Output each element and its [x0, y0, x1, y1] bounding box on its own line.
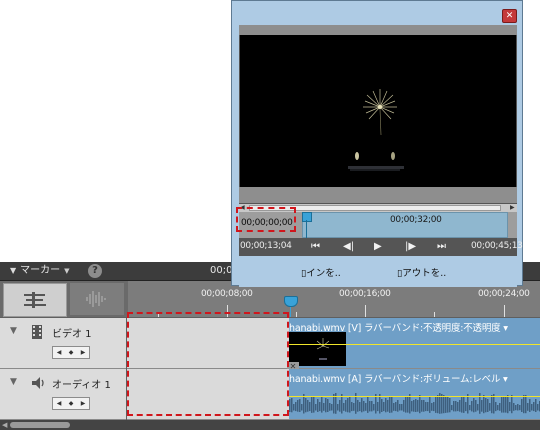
fireworks-image [348, 89, 404, 171]
add-keyframe-icon[interactable]: ◆ [69, 400, 74, 407]
preview-body: ◀ ▶ 00;00;00;00 00;00;32;00 00;00;13;04 … [239, 25, 523, 287]
set-in-label: インを.. [306, 268, 341, 279]
audio-clip[interactable]: hanabi.wmv [A] ラバーバンド:ボリューム:レベル ▾ [289, 369, 540, 419]
frame-border [239, 25, 517, 35]
audio-track-name: オーディオ 1 [52, 380, 111, 391]
preview-window: ✕ ◀ ▶ 00;00;00;00 00;00;32;00 00;00;13;0… [231, 0, 523, 287]
play-icon[interactable]: ▶ [374, 240, 382, 254]
set-in-button[interactable]: ▯インを.. [301, 265, 341, 279]
scroll-left-icon[interactable]: ◀ [2, 421, 7, 429]
opacity-rubber-band[interactable] [289, 344, 540, 345]
step-back-icon[interactable]: ◀| [343, 240, 354, 254]
timeline-view-tab[interactable] [3, 283, 67, 317]
keyframe-navigator: ◀ ◆ ▶ [52, 397, 90, 410]
next-keyframe-icon[interactable]: ▶ [81, 349, 86, 356]
timeline-view-icon [24, 292, 46, 308]
set-out-button[interactable]: ▯アウトを.. [397, 265, 446, 279]
ruler-label: 00;00;24;00 [478, 289, 530, 299]
video-track-name: ビデオ 1 [52, 329, 92, 340]
video-frame [240, 35, 516, 187]
go-to-in-icon[interactable]: ⏮ [311, 240, 320, 254]
add-keyframe-icon[interactable]: ◆ [69, 349, 74, 356]
film-icon[interactable] [30, 324, 44, 343]
previous-keyframe-icon[interactable]: ◀ [57, 400, 62, 407]
keyframe-navigator: ◀ ◆ ▶ [52, 346, 90, 359]
ruler-label: 00;00;08;00 [201, 289, 253, 299]
marker-menu-button[interactable]: ▼ マーカー ▼ [10, 264, 70, 278]
volume-rubber-band[interactable] [289, 396, 540, 397]
mini-playhead[interactable] [302, 212, 312, 222]
transport-controls: 00;00;13;04 ⏮ ◀| ▶ |▶ ⏭ 00;00;45;13 [239, 238, 523, 256]
scroll-right-icon[interactable]: ▶ [510, 204, 515, 211]
clip-thumbnail [289, 332, 346, 366]
highlight-dashed-box [127, 312, 289, 416]
playhead-line [290, 307, 291, 317]
set-out-label: アウトを.. [402, 268, 447, 279]
go-to-out-icon[interactable]: ⏭ [437, 240, 446, 254]
frame-border [239, 187, 517, 203]
scrollbar-thumb[interactable] [10, 422, 70, 428]
speaker-icon[interactable] [30, 375, 46, 394]
video-clip[interactable]: hanabi.wmv [V] ラバーバンド:不透明度:不透明度 ▾ [289, 318, 540, 368]
audio-track-header: ▼ オーディオ 1 ◀ ◆ ▶ [0, 369, 126, 420]
mid-timecode: 00;00;32;00 [390, 215, 442, 225]
ruler-tick [434, 312, 435, 317]
in-out-row: ▯インを.. ▯アウトを.. [239, 256, 517, 287]
ruler-tick [296, 312, 297, 317]
expand-triangle-icon[interactable]: ▼ [10, 377, 17, 387]
step-forward-icon[interactable]: |▶ [405, 240, 416, 254]
previous-keyframe-icon[interactable]: ◀ [57, 349, 62, 356]
video-track-header: ▼ ビデオ 1 ◀ ◆ ▶ [0, 318, 126, 369]
duration-timecode: 00;00;45;13 [471, 241, 523, 251]
marker-menu-label: マーカー [20, 265, 61, 276]
audio-waveform [289, 393, 540, 414]
mini-playhead-line [306, 220, 307, 238]
ruler-label: 00;00;16;00 [339, 289, 391, 299]
playhead[interactable] [284, 296, 298, 307]
ruler-tick [365, 305, 366, 317]
ruler-tick [504, 305, 505, 317]
close-icon[interactable]: ✕ [502, 9, 517, 23]
collapse-triangle-icon: ▼ [10, 266, 17, 275]
timeline-scrollbar[interactable]: ◀ [0, 420, 540, 430]
timecode-highlight-box [236, 207, 296, 232]
expand-triangle-icon[interactable]: ▼ [10, 326, 17, 336]
help-button[interactable]: ? [88, 264, 102, 278]
current-timecode[interactable]: 00;00;13;04 [240, 241, 292, 251]
next-keyframe-icon[interactable]: ▶ [81, 400, 86, 407]
audio-view-tab[interactable] [70, 283, 124, 315]
dropdown-arrow-icon: ▼ [64, 267, 70, 275]
audio-waveform-icon [86, 291, 106, 307]
